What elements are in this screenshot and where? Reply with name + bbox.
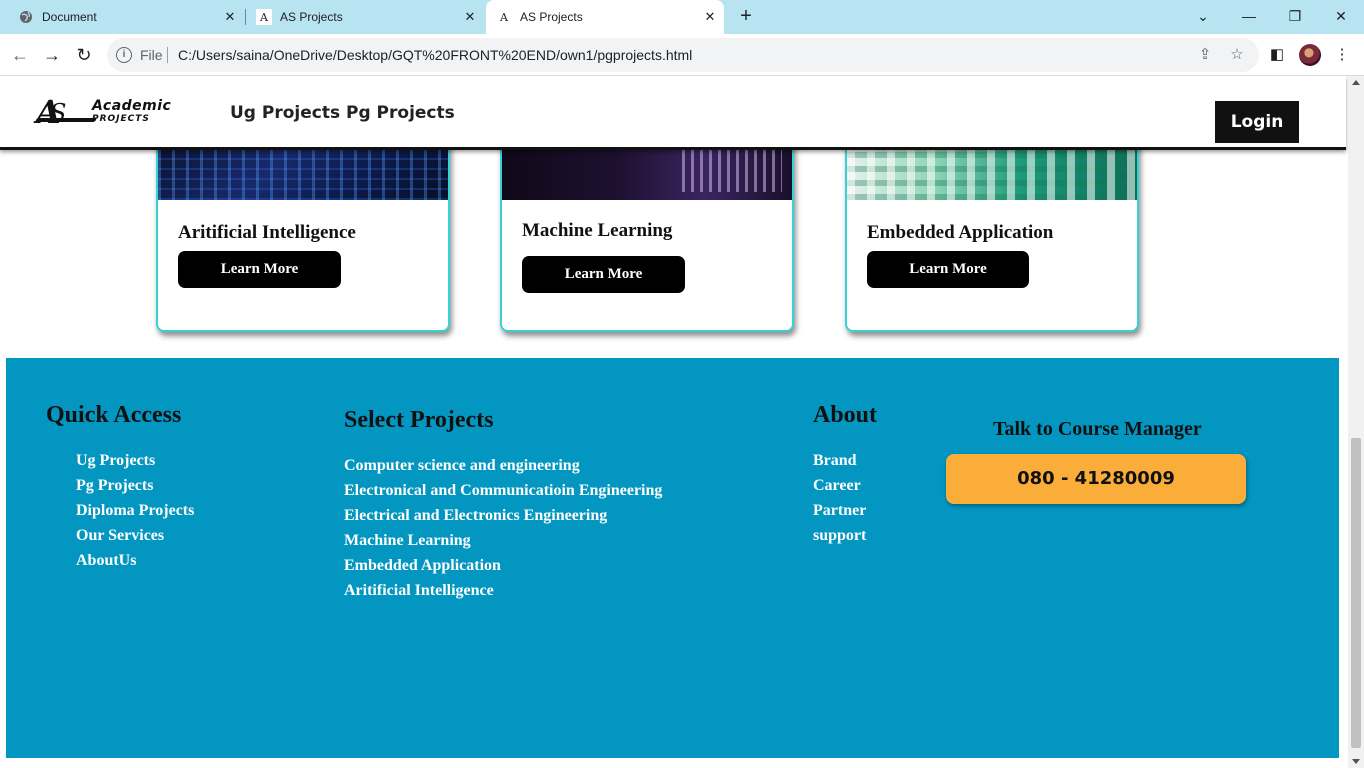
address-bar[interactable]: i File C:/Users/saina/OneDrive/Desktop/G… [107,38,1259,72]
globe-icon [18,9,34,25]
menu-kebab-icon[interactable]: ⋮ [1330,43,1354,67]
select-projects-heading: Select Projects [344,407,494,433]
address-divider [167,47,168,63]
tab-title: Document [42,10,97,24]
page-scrollbar[interactable] [1348,76,1364,768]
logo-swoosh [34,118,98,122]
quick-access-heading: Quick Access [46,402,182,428]
file-scheme-label: File [140,47,163,63]
tab-as-projects[interactable]: A AS Projects ✕ [246,0,484,34]
side-panel-icon[interactable]: ◧ [1265,43,1289,67]
card-title: Machine Learning [522,220,673,241]
site-logo-icon: A [256,9,272,25]
logo-subtext: PROJECTS [92,114,150,124]
close-window-button[interactable]: ✕ [1318,3,1364,29]
page-viewport: A S Academic PROJECTS Ug Projects Pg Pro… [0,76,1348,768]
scroll-down-arrow-icon[interactable] [1352,759,1360,764]
forward-button[interactable]: → [39,42,65,68]
footer-link-career[interactable]: Career [813,477,861,495]
tab-title: AS Projects [280,10,343,24]
site-footer: Quick Access Ug Projects Pg Projects Dip… [6,358,1339,758]
close-icon[interactable]: ✕ [702,9,718,25]
footer-link-embedded-application[interactable]: Embedded Application [344,557,501,575]
footer-link-ug-projects[interactable]: Ug Projects [76,452,155,470]
back-button[interactable]: ← [7,42,33,68]
scroll-up-arrow-icon[interactable] [1352,80,1360,85]
learn-more-button[interactable]: Learn More [522,256,685,293]
scrollbar-thumb[interactable] [1351,438,1361,748]
footer-link-brand[interactable]: Brand [813,452,857,470]
site-logo[interactable]: A S Academic PROJECTS [34,96,206,128]
project-cards: Aritificial Intelligence Learn More Mach… [6,140,1339,358]
card-title: Aritificial Intelligence [178,222,356,243]
new-tab-button[interactable]: + [735,5,757,27]
nav-pg-projects[interactable]: Pg Projects [346,103,455,123]
bookmark-star-icon[interactable]: ☆ [1227,45,1247,65]
card-title: Embedded Application [867,222,1054,243]
logo-text: Academic [92,98,172,114]
footer-link-our-services[interactable]: Our Services [76,527,164,545]
course-manager-heading: Talk to Course Manager [993,418,1202,440]
profile-avatar[interactable] [1299,44,1321,66]
footer-link-artificial-intelligence[interactable]: Aritificial Intelligence [344,582,494,600]
card-embedded: Embedded Application Learn More [845,140,1139,332]
reload-button[interactable]: ↻ [71,42,97,68]
tab-strip: Document ✕ A AS Projects ✕ A AS Projects… [0,0,1364,34]
restore-button[interactable]: ❐ [1272,3,1318,29]
close-icon[interactable]: ✕ [462,9,478,25]
nav-ug-projects[interactable]: Ug Projects [230,103,340,123]
site-logo-icon: A [500,10,508,24]
tab-as-projects-active[interactable]: A AS Projects ✕ [486,0,724,34]
learn-more-button[interactable]: Learn More [867,251,1029,288]
learn-more-button[interactable]: Learn More [178,251,341,288]
phone-number-button[interactable]: 080 - 41280009 [946,454,1246,504]
browser-toolbar: ← → ↻ i File C:/Users/saina/OneDrive/Des… [0,34,1364,76]
site-navbar: A S Academic PROJECTS Ug Projects Pg Pro… [0,76,1346,150]
page-bottom-edge [0,758,1348,768]
footer-link-ece[interactable]: Electronical and Communicatioin Engineer… [344,482,662,500]
footer-link-partner[interactable]: Partner [813,502,866,520]
url-text[interactable]: C:/Users/saina/OneDrive/Desktop/GQT%20FR… [178,47,692,63]
login-button[interactable]: Login [1215,101,1299,143]
footer-link-cse[interactable]: Computer science and engineering [344,457,580,475]
card-ml: Machine Learning Learn More [500,140,794,332]
share-icon[interactable]: ⇪ [1195,45,1215,65]
footer-link-machine-learning[interactable]: Machine Learning [344,532,471,550]
card-ai: Aritificial Intelligence Learn More [156,140,450,332]
footer-link-diploma-projects[interactable]: Diploma Projects [76,502,194,520]
footer-link-eee[interactable]: Electrical and Electronics Engineering [344,507,607,525]
about-heading: About [813,402,878,428]
footer-link-support[interactable]: support [813,527,866,545]
close-icon[interactable]: ✕ [222,9,238,25]
tab-document[interactable]: Document ✕ [8,0,244,34]
minimize-button[interactable]: — [1226,3,1272,29]
footer-link-pg-projects[interactable]: Pg Projects [76,477,153,495]
logo-mark-s: S [50,99,67,127]
info-icon[interactable]: i [116,47,132,63]
footer-link-about-us[interactable]: AboutUs [76,552,136,570]
tab-title: AS Projects [520,10,583,24]
tab-search-icon[interactable]: ⌄ [1180,3,1226,29]
